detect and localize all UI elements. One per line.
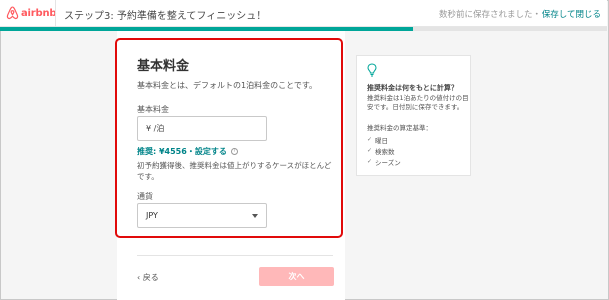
save-and-close-link[interactable]: 保存して閉じる [542, 8, 601, 20]
tip-criteria-heading: 推奨料金の算定基準： [367, 124, 432, 132]
highlight-box [115, 38, 343, 238]
airbnb-logo-icon [6, 6, 19, 20]
airbnb-logo[interactable]: airbnb [6, 5, 57, 21]
checkmark-icon: ✓ [367, 147, 373, 154]
tip-body: 推奨料金は1泊あたりの値付けの目安です。日付別に保存できます。 [367, 94, 469, 111]
checkmark-icon: ✓ [367, 158, 373, 165]
tip-criteria-list: ✓ 曜日 ✓ 検索数 ✓ シーズン [367, 134, 401, 167]
logo-text: airbnb [21, 7, 57, 19]
criteria-label: シーズン [375, 158, 401, 167]
criteria-label: 検索数 [375, 147, 395, 156]
footer-divider [137, 255, 333, 256]
tip-card: 推奨料金は何をもとに計算？ 推奨料金は1泊あたりの値付けの目安です。日付別に保存… [356, 55, 471, 176]
lightbulb-icon [367, 63, 377, 77]
step-title: ステップ3: 予約準備を整えてフィニッシュ！ [64, 11, 267, 22]
tip-title: 推奨料金は何をもとに計算？ [367, 84, 458, 92]
header-bar: airbnb ステップ3: 予約準備を整えてフィニッシュ！ 数秒前に保存されまし… [0, 0, 607, 27]
list-item: ✓ 検索数 [367, 145, 401, 156]
checkmark-icon: ✓ [367, 136, 373, 143]
save-status: 数秒前に保存されました・ [438, 10, 541, 20]
list-item: ✓ 曜日 [367, 134, 401, 145]
criteria-label: 曜日 [375, 136, 389, 145]
next-button[interactable]: 次へ [259, 267, 334, 286]
back-button[interactable]: ‹ 戻る [137, 272, 159, 283]
list-item: ✓ シーズン [367, 156, 401, 167]
header-divider [55, 0, 56, 27]
